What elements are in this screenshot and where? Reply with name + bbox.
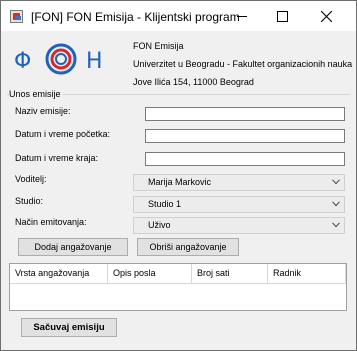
- studio-select[interactable]: Studio 1: [133, 196, 345, 213]
- pocetak-label: Datum i vreme početka:: [15, 129, 111, 139]
- maximize-icon: [276, 10, 288, 22]
- table-header-vrsta[interactable]: Vrsta angažovanja: [10, 264, 108, 284]
- title-bar: [FON] FON Emisija - Klijentski program: [1, 1, 356, 31]
- window-title: [FON] FON Emisija - Klijentski program: [31, 10, 240, 24]
- dodaj-angazovanje-button[interactable]: Dodaj angažovanje: [18, 238, 128, 256]
- svg-text:Φ: Φ: [14, 49, 31, 74]
- university-name: Univerzitet u Beogradu - Fakultet organi…: [133, 59, 353, 69]
- voditelj-select[interactable]: Marija Markovic: [133, 174, 345, 191]
- minimize-button[interactable]: [222, 1, 262, 31]
- table-header-opis[interactable]: Opis posla: [108, 264, 192, 284]
- institution-address: Jove Ilića 154, 11000 Beograd: [133, 77, 254, 87]
- chevron-down-icon: [332, 222, 340, 228]
- emitovanje-value: Uživo: [148, 220, 171, 230]
- studio-label: Studio:: [15, 196, 44, 206]
- maximize-button[interactable]: [262, 1, 302, 31]
- close-button[interactable]: [306, 1, 346, 31]
- institution-name: FON Emisija: [133, 41, 184, 51]
- app-window: [FON] FON Emisija - Klijentski program Φ…: [0, 0, 357, 351]
- table-header-broj-sati[interactable]: Broj sati: [192, 264, 268, 284]
- naziv-input[interactable]: [145, 107, 345, 121]
- minimize-icon: [237, 16, 247, 17]
- fon-logo: Φ Н: [14, 43, 103, 75]
- angazovanja-table[interactable]: Vrsta angažovanja Opis posla Broj sati R…: [9, 263, 347, 311]
- naziv-label: Naziv emisije:: [15, 106, 71, 116]
- sacuvaj-emisiju-button[interactable]: Sačuvaj emisiju: [21, 318, 117, 337]
- voditelj-value: Marija Markovic: [148, 177, 212, 187]
- chevron-down-icon: [332, 201, 340, 207]
- svg-text:Н: Н: [86, 49, 103, 74]
- group-title: Unos emisije: [9, 89, 63, 99]
- close-icon: [320, 10, 332, 22]
- kraj-label: Datum i vreme kraja:: [15, 153, 99, 163]
- emitovanje-label: Način emitovanja:: [15, 217, 87, 227]
- voditelj-label: Voditelj:: [15, 174, 47, 184]
- studio-value: Studio 1: [148, 199, 182, 209]
- kraj-input[interactable]: [145, 152, 345, 166]
- chevron-down-icon: [332, 179, 340, 185]
- table-header-radnik[interactable]: Radnik: [268, 264, 346, 284]
- pocetak-input[interactable]: [145, 129, 345, 143]
- app-window-icon: [10, 10, 23, 23]
- emitovanje-select[interactable]: Uživo: [133, 217, 345, 234]
- obrisi-angazovanje-button[interactable]: Obriši angažovanje: [137, 238, 239, 256]
